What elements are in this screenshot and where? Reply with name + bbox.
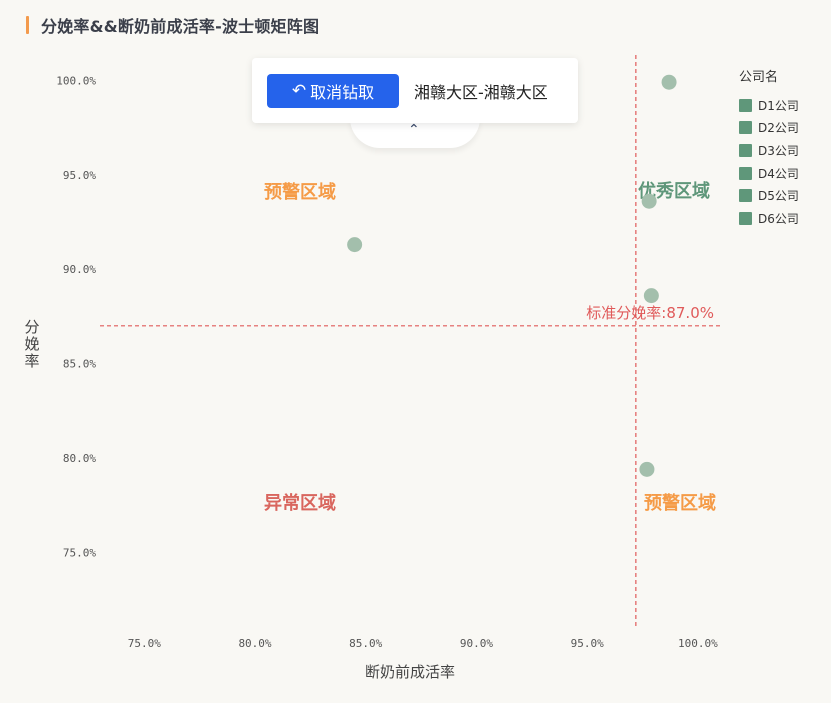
legend-label: D1公司	[758, 98, 799, 113]
quadrant-label-bottom-right: 预警区域	[644, 492, 716, 514]
legend-label: D2公司	[758, 121, 799, 136]
legend-item-d6[interactable]: D6公司	[739, 207, 799, 230]
x-tick-label: 75.0%	[128, 637, 161, 650]
data-point[interactable]	[643, 288, 659, 304]
legend-title: 公司名	[739, 70, 779, 85]
data-point[interactable]	[641, 193, 657, 209]
drill-popup: ↶ 取消钻取 湘赣大区-湘赣大区	[252, 58, 578, 123]
y-tick-label: 90.0%	[63, 263, 96, 276]
x-axis-title: 断奶前成活率	[365, 663, 455, 681]
legend: 公司名 D1公司 D2公司 D3公司 D4公司 D5公司 D6公司	[739, 66, 799, 230]
legend-item-d3[interactable]: D3公司	[739, 139, 799, 162]
legend-label: D4公司	[758, 166, 799, 181]
x-tick-label: 85.0%	[349, 637, 382, 650]
x-tick-label: 80.0%	[238, 637, 271, 650]
legend-label: D6公司	[758, 211, 799, 226]
y-axis-title: 分娩率	[24, 318, 39, 370]
legend-swatch	[739, 143, 752, 157]
y-tick-label: 100.0%	[56, 74, 96, 87]
y-tick-label: 95.0%	[63, 169, 96, 182]
y-tick-label: 85.0%	[63, 358, 96, 371]
legend-label: D3公司	[758, 143, 799, 158]
ref-line-label: 标准分娩率:87.0%	[586, 304, 714, 322]
legend-label: D5公司	[758, 189, 799, 204]
x-tick-label: 90.0%	[460, 637, 493, 650]
drill-region-label: 湘赣大区-湘赣大区	[414, 83, 548, 102]
legend-item-d2[interactable]: D2公司	[739, 117, 799, 140]
quadrant-label-bottom-left: 异常区域	[264, 492, 336, 514]
legend-item-d1[interactable]: D1公司	[739, 94, 799, 117]
data-point[interactable]	[661, 74, 677, 90]
legend-swatch	[739, 189, 752, 203]
legend-swatch	[739, 211, 752, 225]
quadrant-label-top-left: 预警区域	[264, 181, 336, 203]
undo-icon: ↶	[291, 81, 307, 101]
chevron-up-icon[interactable]: ⌃	[408, 122, 420, 138]
x-tick-label: 100.0%	[678, 637, 718, 650]
cancel-drill-button[interactable]: ↶ 取消钻取	[267, 74, 399, 108]
legend-item-d4[interactable]: D4公司	[739, 162, 799, 185]
legend-item-d5[interactable]: D5公司	[739, 184, 799, 207]
y-tick-label: 80.0%	[63, 452, 96, 465]
x-tick-label: 95.0%	[571, 637, 604, 650]
cancel-drill-label: 取消钻取	[310, 83, 375, 102]
y-tick-label: 75.0%	[63, 546, 96, 559]
legend-swatch	[739, 121, 752, 135]
data-point[interactable]	[639, 461, 655, 477]
data-point[interactable]	[347, 237, 363, 253]
legend-swatch	[739, 166, 752, 180]
legend-swatch	[739, 98, 752, 112]
